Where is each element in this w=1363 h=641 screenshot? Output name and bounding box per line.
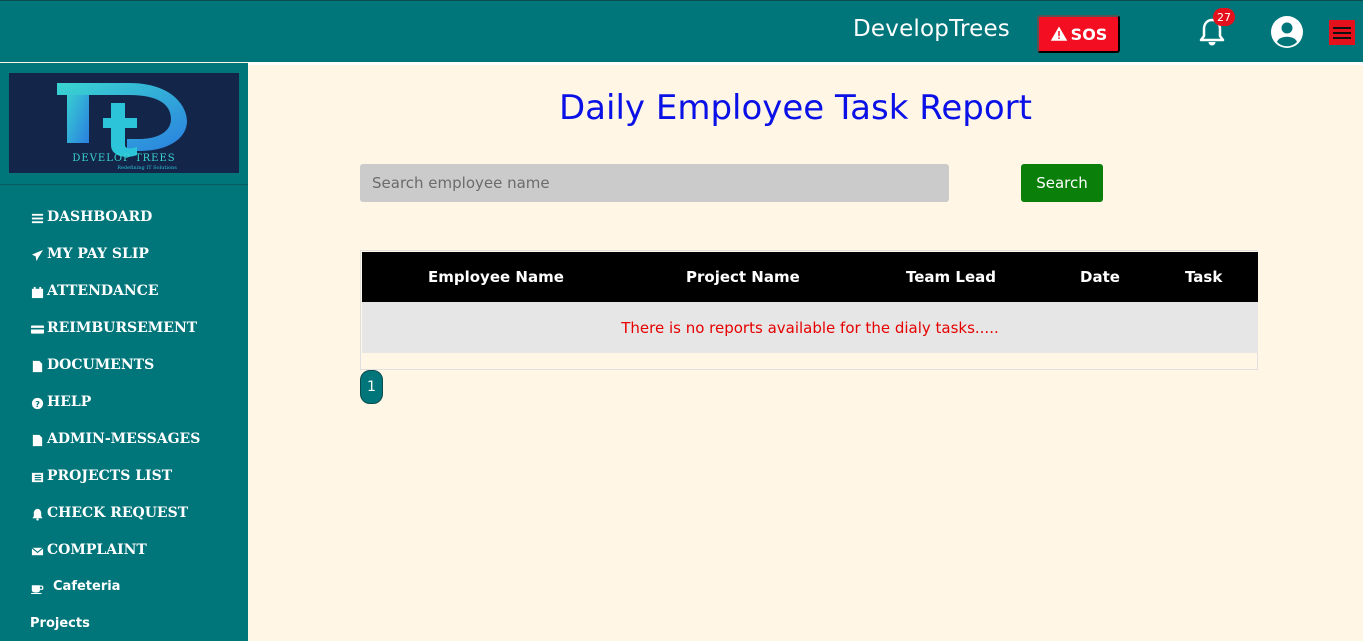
paper-plane-icon [30, 248, 44, 262]
sidebar-item-label: DASHBOARD [47, 209, 153, 225]
logo-tagline: Redefining IT Solutions [117, 165, 177, 171]
envelope-icon [30, 544, 44, 558]
calendar-icon [30, 285, 44, 299]
column-header-employee-name[interactable]: Employee Name [428, 268, 564, 286]
sidebar-item-projects[interactable]: Projects [30, 616, 200, 641]
sidebar-item-label: HELP [47, 394, 92, 410]
sos-button[interactable]: SOS [1037, 15, 1120, 53]
sidebar-item-help[interactable]: ? HELP [30, 394, 200, 431]
svg-text:?: ? [35, 398, 40, 408]
warning-triangle-icon [1050, 26, 1067, 41]
sidebar-item-label: ATTENDANCE [47, 283, 159, 299]
search-employee-input[interactable] [360, 164, 949, 202]
table-header: Employee Name Project Name Team Lead Dat… [362, 252, 1258, 302]
empty-table-message: There is no reports available for the di… [362, 302, 1258, 353]
user-profile-icon[interactable] [1269, 14, 1305, 50]
sidebar-item-label: COMPLAINT [47, 542, 147, 558]
sidebar-item-projects-list[interactable]: PROJECTS LIST [30, 468, 200, 505]
sidebar-item-admin-messages[interactable]: ADMIN-MESSAGES [30, 431, 200, 468]
question-circle-icon: ? [30, 396, 44, 410]
sidebar-item-label: CHECK REQUEST [47, 505, 189, 521]
sidebar-item-complaint[interactable]: COMPLAINT [30, 542, 200, 579]
hamburger-menu-icon[interactable] [1329, 20, 1355, 45]
notification-count-badge: 27 [1213, 8, 1235, 26]
brand-name[interactable]: DevelopTrees [853, 16, 1010, 42]
sidebar-item-documents[interactable]: DOCUMENTS [30, 357, 200, 394]
sidebar-item-label: PROJECTS LIST [47, 468, 173, 484]
header-divider [248, 62, 1363, 65]
file-icon [30, 433, 44, 447]
column-header-task[interactable]: Task [1185, 268, 1222, 286]
search-button[interactable]: Search [1021, 164, 1103, 202]
sidebar-item-label: MY PAY SLIP [47, 246, 149, 262]
column-header-project-name[interactable]: Project Name [686, 268, 800, 286]
bell-icon [30, 507, 44, 521]
file-icon [30, 359, 44, 373]
sidebar-item-label: DOCUMENTS [47, 357, 155, 373]
sidebar-item-my-pay-slip[interactable]: MY PAY SLIP [30, 246, 200, 283]
sidebar-item-check-request[interactable]: CHECK REQUEST [30, 505, 200, 542]
column-header-date[interactable]: Date [1080, 268, 1120, 286]
list-icon [30, 470, 44, 484]
sidebar-item-attendance[interactable]: ATTENDANCE [30, 283, 200, 320]
sidebar: DEVELOP TREES Redefining IT Solutions DA… [0, 63, 248, 641]
credit-card-icon [30, 322, 44, 336]
sidebar-item-label: REIMBURSEMENT [47, 320, 198, 336]
column-header-team-lead[interactable]: Team Lead [906, 268, 996, 286]
sidebar-item-label: Cafeteria [53, 579, 121, 594]
sidebar-item-label: ADMIN-MESSAGES [47, 431, 201, 447]
sidebar-item-dashboard[interactable]: DASHBOARD [30, 209, 200, 246]
sos-label: SOS [1070, 24, 1108, 44]
coffee-icon [30, 581, 44, 595]
page-title: Daily Employee Task Report [559, 88, 1032, 128]
logo-text: DEVELOP TREES [72, 153, 175, 164]
sidebar-item-cafeteria[interactable]: Cafeteria [30, 579, 200, 616]
top-navbar: DevelopTrees SOS 27 [0, 0, 1363, 62]
company-logo[interactable]: DEVELOP TREES Redefining IT Solutions [9, 73, 239, 173]
sidebar-nav: DASHBOARD MY PAY SLIP ATTENDANCE REIMBUR… [30, 209, 200, 641]
task-report-table: Employee Name Project Name Team Lead Dat… [360, 250, 1258, 370]
sidebar-item-reimbursement[interactable]: REIMBURSEMENT [30, 320, 200, 357]
pagination-page-button[interactable]: 1 [360, 370, 383, 404]
bars-icon [30, 211, 44, 225]
sidebar-divider [0, 184, 248, 185]
sidebar-item-label: Projects [30, 616, 90, 631]
